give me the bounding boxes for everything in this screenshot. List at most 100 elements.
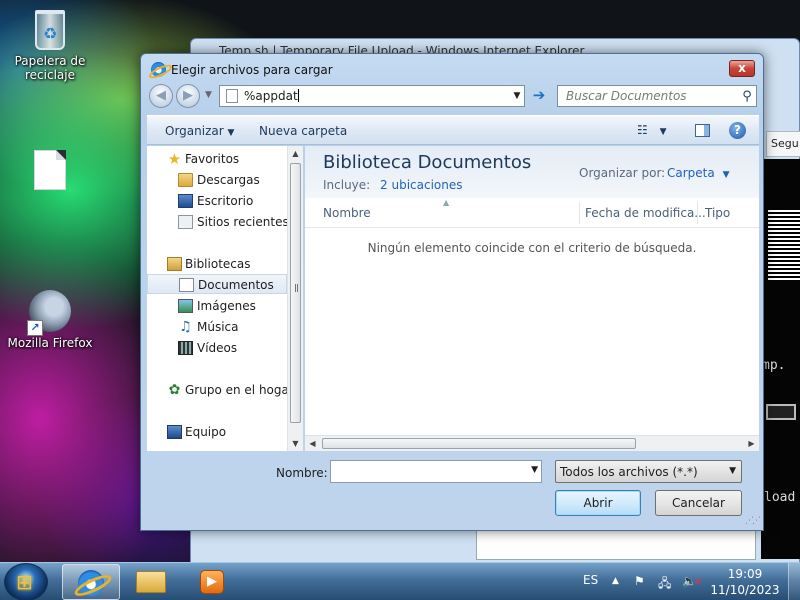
resize-grip-icon[interactable]: ⋰⋰ [745, 516, 761, 526]
recycle-bin-desktop-icon[interactable]: Papelera de reciclaje [5, 10, 95, 82]
background-page-graphic [768, 210, 800, 280]
column-type[interactable]: Tipo [705, 206, 730, 220]
scrollbar-thumb[interactable] [290, 163, 301, 423]
document-icon [226, 89, 238, 103]
help-icon[interactable]: ? [729, 122, 746, 139]
chevron-down-icon[interactable]: ▼ [510, 91, 524, 101]
navigation-pane-scrollbar[interactable]: ▲ ▼ [287, 146, 303, 451]
includes-label: Incluye: [323, 178, 371, 192]
library-header: Biblioteca Documentos Incluye: 2 ubicaci… [305, 146, 759, 198]
search-box[interactable]: ⚲ [557, 85, 757, 107]
nav-item-favorites[interactable]: ★ Favoritos [147, 149, 287, 169]
nav-item-documents[interactable]: Documentos [147, 274, 287, 294]
arrange-by-label: Organizar por: [579, 166, 666, 180]
taskbar-file-explorer[interactable] [122, 564, 180, 600]
background-page-input [766, 404, 796, 420]
address-input[interactable]: %appdat [244, 89, 510, 103]
nav-item-label: Imágenes [197, 299, 256, 313]
nav-item-label: Descargas [197, 173, 260, 187]
scrollbar-thumb[interactable] [322, 438, 636, 449]
back-button[interactable]: ◀ [149, 84, 173, 108]
chevron-down-icon[interactable]: ▼ [531, 465, 538, 475]
column-divider[interactable] [579, 202, 580, 224]
arrow-right-icon: ▶ [183, 88, 193, 103]
show-hidden-icons-icon[interactable]: ▲ [612, 576, 619, 586]
star-icon: ★ [167, 150, 182, 168]
scroll-down-icon[interactable]: ▼ [288, 436, 303, 451]
taskbar: ES ▲ ⚑ 🖧 🔈✕ 19:09 11/10/2023 [0, 562, 800, 600]
taskbar-media-player[interactable] [182, 564, 240, 600]
scroll-up-icon[interactable]: ▲ [288, 146, 303, 161]
locations-link[interactable]: 2 ubicaciones [380, 178, 462, 192]
chevron-down-icon: ▼ [722, 170, 730, 180]
internet-explorer-icon [78, 570, 104, 596]
file-list-horizontal-scrollbar[interactable]: ◀ ▶ [305, 435, 759, 451]
volume-muted-icon[interactable]: 🔈✕ [682, 574, 702, 588]
scroll-left-icon[interactable]: ◀ [305, 436, 320, 451]
action-center-flag-icon[interactable]: ⚑ [634, 574, 645, 588]
nav-item-desktop[interactable]: Escritorio [147, 191, 287, 211]
blank-file-icon [34, 150, 66, 190]
column-date-modified[interactable]: Fecha de modifica... [585, 206, 706, 220]
taskbar-internet-explorer[interactable] [62, 564, 120, 600]
start-button[interactable] [4, 563, 48, 600]
file-list-pane: Biblioteca Documentos Incluye: 2 ubicaci… [305, 146, 759, 451]
nav-item-videos[interactable]: Vídeos [147, 338, 287, 358]
arrange-by-dropdown[interactable]: Carpeta ▼ [667, 166, 729, 180]
address-bar[interactable]: %appdat ▼ [219, 85, 525, 107]
scroll-right-icon[interactable]: ▶ [744, 436, 759, 451]
go-arrow-button[interactable]: ➔ [529, 86, 549, 106]
file-name-input[interactable] [331, 461, 521, 482]
column-name[interactable]: Nombre [323, 206, 371, 220]
music-icon: ♫ [179, 319, 192, 335]
forward-button[interactable]: ▶ [176, 84, 200, 108]
file-open-dialog[interactable]: Elegir archivos para cargar x ◀ ▶ ▼ %app… [140, 53, 764, 531]
preview-pane-icon[interactable] [695, 124, 710, 137]
homegroup-icon: ✿ [168, 382, 181, 398]
background-page-text-1: mp. [762, 358, 786, 373]
recent-locations-dropdown[interactable]: ▼ [205, 90, 212, 100]
nav-item-images[interactable]: Imágenes [147, 296, 287, 316]
organize-button[interactable]: Organizar ▼ [165, 124, 234, 138]
column-divider[interactable] [697, 202, 698, 224]
clock-time: 19:09 [727, 567, 763, 581]
nav-item-label: Música [197, 320, 239, 334]
nav-item-music[interactable]: ♫ Música [147, 317, 287, 337]
nav-item-label: Documentos [198, 278, 274, 292]
search-icon[interactable]: ⚲ [738, 89, 756, 104]
close-button[interactable]: x [729, 60, 755, 77]
clock-date: 11/10/2023 [710, 583, 780, 597]
cancel-button[interactable]: Cancelar [655, 490, 742, 516]
nav-item-computer[interactable]: Equipo [147, 422, 287, 442]
chevron-down-icon: ▼ [659, 127, 667, 137]
language-indicator[interactable]: ES [583, 573, 598, 587]
recent-places-icon [178, 215, 193, 229]
firefox-label: Mozilla Firefox [7, 336, 93, 350]
organize-label: Organizar [165, 124, 224, 138]
show-desktop-button[interactable] [788, 563, 800, 600]
file-desktop-icon[interactable] [5, 150, 95, 194]
dialog-titlebar: Elegir archivos para cargar [151, 62, 333, 77]
chevron-down-icon: ▼ [227, 128, 235, 138]
open-button[interactable]: Abrir [555, 490, 641, 516]
nav-item-libraries[interactable]: Bibliotecas [147, 254, 287, 274]
firefox-desktop-icon[interactable]: Mozilla Firefox [5, 290, 95, 350]
nav-item-recent-places[interactable]: Sitios recientes [147, 212, 289, 232]
library-title: Biblioteca Documentos [323, 152, 532, 173]
nav-item-label: Sitios recientes [197, 215, 289, 229]
background-tab-partial[interactable]: Segu [766, 131, 800, 157]
change-view-button[interactable]: ☷ ▼ [637, 123, 667, 137]
new-folder-button[interactable]: Nueva carpeta [259, 124, 347, 138]
pictures-icon [178, 299, 193, 313]
file-name-combobox[interactable]: ▼ [330, 460, 542, 483]
dialog-title: Elegir archivos para cargar [171, 62, 333, 77]
search-input[interactable] [566, 89, 738, 103]
network-icon[interactable]: 🖧 [658, 574, 671, 595]
arrow-left-icon: ◀ [156, 88, 166, 103]
nav-item-label: Vídeos [197, 341, 238, 355]
nav-item-downloads[interactable]: Descargas [147, 170, 287, 190]
system-clock[interactable]: 19:09 11/10/2023 [708, 566, 782, 598]
file-type-filter-select[interactable]: Todos los archivos (*.*) ▼ [555, 460, 742, 483]
nav-item-homegroup[interactable]: ✿ Grupo en el hogar [147, 380, 289, 400]
nav-item-label: Grupo en el hogar [185, 383, 289, 397]
